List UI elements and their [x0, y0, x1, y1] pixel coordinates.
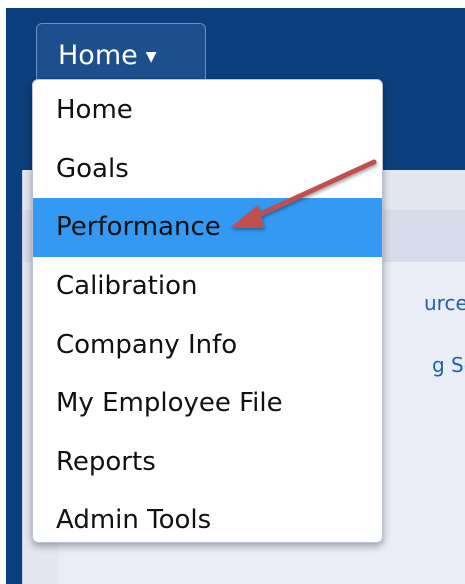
- menu-item-reports[interactable]: Reports: [33, 433, 382, 492]
- menu-item-admin-tools[interactable]: Admin Tools: [33, 491, 382, 550]
- menu-item-label: Performance: [56, 212, 221, 243]
- menu-item-label: Goals: [56, 153, 129, 184]
- chevron-down-icon: ▼: [145, 49, 157, 65]
- home-dropdown-menu: Home Goals Performance Calibration Compa…: [32, 79, 383, 543]
- home-dropdown-button[interactable]: Home ▼: [36, 23, 206, 87]
- menu-item-label: Calibration: [56, 271, 198, 302]
- menu-item-label: Home: [56, 95, 133, 126]
- menu-item-performance[interactable]: Performance: [33, 198, 382, 257]
- menu-item-my-employee-file[interactable]: My Employee File: [33, 374, 382, 433]
- background-link[interactable]: urce: [424, 291, 465, 315]
- home-button-label: Home: [58, 39, 138, 71]
- menu-item-calibration[interactable]: Calibration: [33, 257, 382, 316]
- background-link[interactable]: g So: [432, 353, 465, 377]
- menu-item-label: Reports: [56, 446, 156, 477]
- menu-item-company-info[interactable]: Company Info: [33, 315, 382, 374]
- menu-item-label: My Employee File: [56, 388, 283, 419]
- menu-item-home[interactable]: Home: [33, 81, 382, 140]
- menu-item-goals[interactable]: Goals: [33, 140, 382, 199]
- menu-item-label: Company Info: [56, 329, 238, 360]
- menu-item-label: Admin Tools: [56, 505, 212, 536]
